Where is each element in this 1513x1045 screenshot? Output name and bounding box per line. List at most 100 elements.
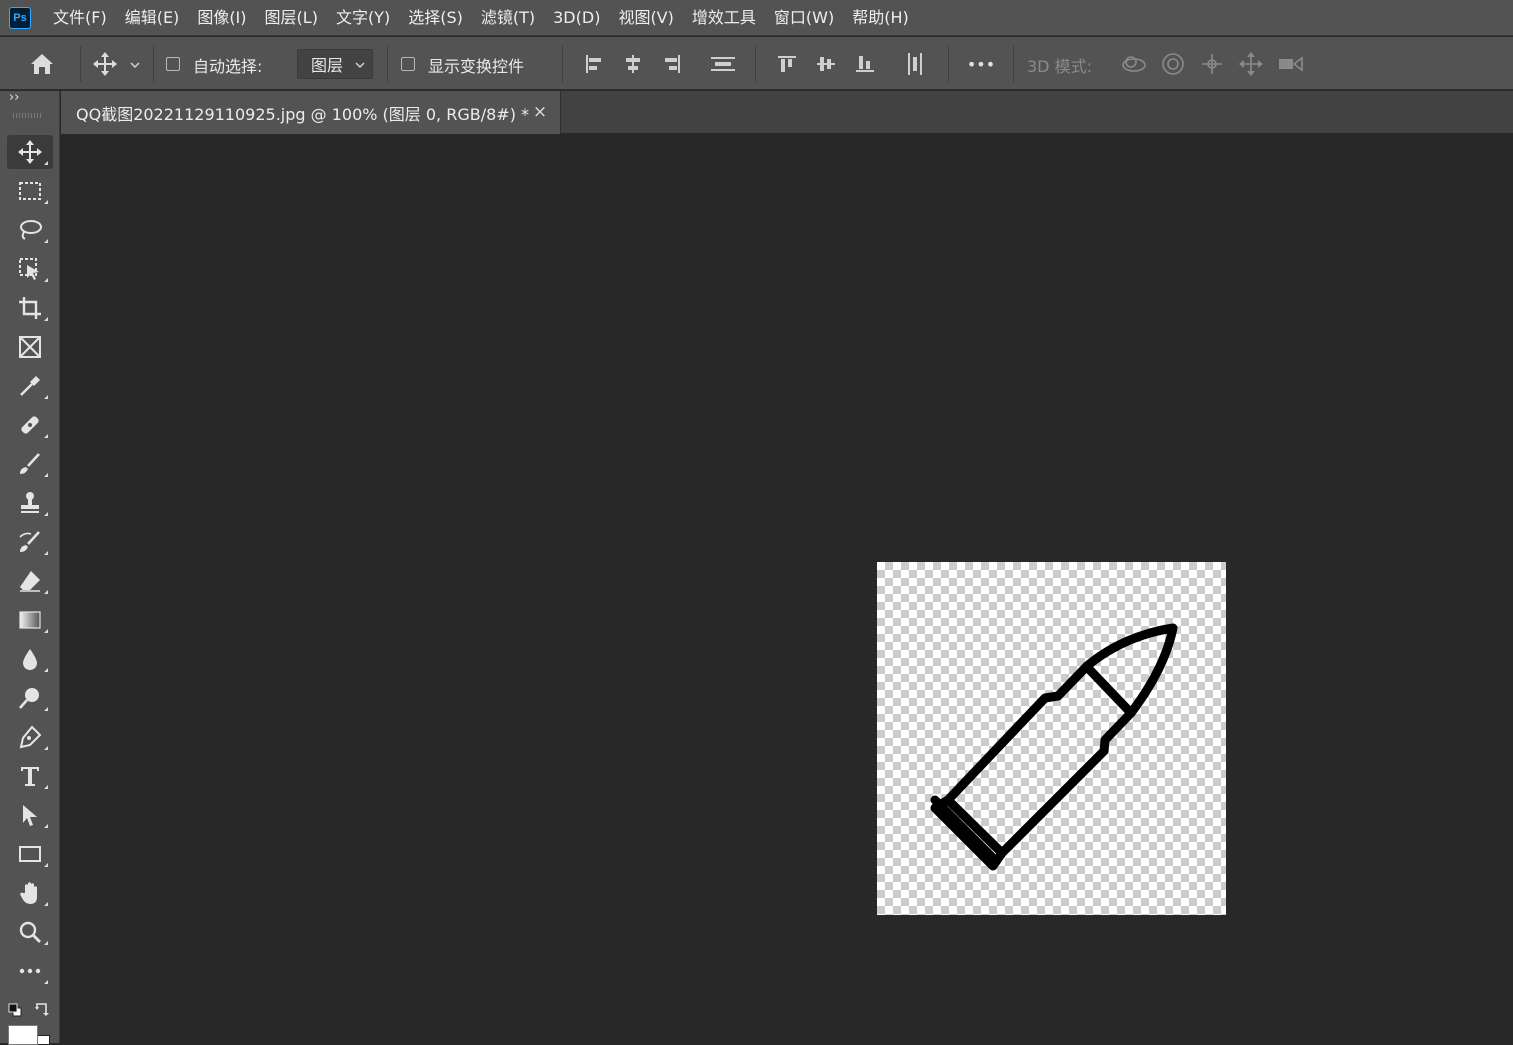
type-t-icon <box>21 767 39 786</box>
menu-select[interactable]: 选择(S) <box>399 0 472 36</box>
menu-help[interactable]: 帮助(H) <box>843 0 918 36</box>
document-tab-bar: QQ截图20221129110925.jpg @ 100% (图层 0, RGB… <box>61 91 1513 134</box>
rectangle-tool[interactable] <box>7 837 53 871</box>
object-select-tool[interactable] <box>7 252 53 286</box>
show-transform-label: 显示变换控件 <box>428 57 525 76</box>
menu-window[interactable]: 窗口(W) <box>765 0 843 36</box>
path-select-tool[interactable] <box>7 798 53 832</box>
pen-tool[interactable] <box>7 720 53 754</box>
water-drop-icon <box>23 649 37 670</box>
3d-roll-button[interactable] <box>1159 51 1187 77</box>
stamp-icon <box>21 492 39 513</box>
move-icon <box>93 52 117 76</box>
tools-panel: ›› <box>0 91 60 1045</box>
eraser-tool[interactable] <box>7 564 53 598</box>
menu-type[interactable]: 文字(Y) <box>327 0 399 36</box>
swap-colors-button[interactable] <box>34 1001 50 1017</box>
home-button[interactable] <box>22 49 62 79</box>
document-tab-title: QQ截图20221129110925.jpg @ 100% (图层 0, RGB… <box>76 104 530 124</box>
menu-3d[interactable]: 3D(D) <box>544 0 609 36</box>
arrow-cursor-icon <box>23 805 37 826</box>
chevron-down-icon <box>130 62 140 68</box>
align-bottom-icon <box>856 56 874 72</box>
eyedropper-icon <box>20 376 40 396</box>
hand-icon <box>20 882 37 904</box>
align-horizontal-center-icon <box>626 55 640 73</box>
menu-image[interactable]: 图像(I) <box>188 0 255 36</box>
dodge-tool[interactable] <box>7 681 53 715</box>
align-left-icon <box>586 55 601 73</box>
align-bottom-button[interactable] <box>852 51 878 77</box>
blur-tool[interactable] <box>7 642 53 676</box>
gradient-tool[interactable] <box>7 603 53 637</box>
eyedropper-tool[interactable] <box>7 369 53 403</box>
auto-select-checkbox[interactable] <box>166 57 180 71</box>
distribute-horizontal-button[interactable] <box>902 51 928 77</box>
panel-collapse-toggle[interactable]: ›› <box>9 91 19 105</box>
foreground-color-swatch[interactable] <box>8 1025 38 1045</box>
magnifier-icon <box>19 921 41 943</box>
align-top-icon <box>778 56 796 72</box>
pen-nib-icon <box>19 725 42 749</box>
clone-stamp-tool[interactable] <box>7 486 53 520</box>
object-selection-icon <box>19 258 39 280</box>
brush-icon <box>20 453 40 474</box>
3d-slide-icon <box>1239 52 1263 76</box>
close-tab-button[interactable]: × <box>531 101 549 123</box>
move-tool-preset-button[interactable] <box>89 49 121 79</box>
photoshop-logo[interactable]: Ps <box>9 6 31 29</box>
menu-view[interactable]: 视图(V) <box>609 0 682 36</box>
history-brush-tool[interactable] <box>7 525 53 559</box>
menu-edit[interactable]: 编辑(E) <box>116 0 189 36</box>
menu-layer[interactable]: 图层(L) <box>256 0 327 36</box>
hand-tool[interactable] <box>7 876 53 910</box>
3d-slide-button[interactable] <box>1237 51 1265 77</box>
align-center-h-button[interactable] <box>620 51 646 77</box>
video-camera-icon <box>1279 56 1303 72</box>
align-left-button[interactable] <box>581 51 607 77</box>
move-icon <box>18 140 42 164</box>
document-canvas[interactable] <box>877 562 1226 915</box>
align-right-button[interactable] <box>659 51 685 77</box>
panel-grip[interactable] <box>13 113 43 118</box>
3d-camera-button[interactable] <box>1276 51 1306 77</box>
lasso-icon <box>20 220 42 240</box>
distribute-icon <box>711 57 735 71</box>
zoom-tool[interactable] <box>7 915 53 949</box>
3d-pan-icon <box>1202 54 1222 74</box>
3d-roll-icon <box>1162 53 1184 75</box>
show-transform-checkbox[interactable] <box>401 57 415 71</box>
tool-preset-chevron[interactable] <box>127 57 143 73</box>
align-vertical-center-icon <box>817 57 835 71</box>
marquee-tool[interactable] <box>7 174 53 208</box>
align-right-icon <box>665 55 680 73</box>
canvas-workspace[interactable] <box>61 135 1513 1043</box>
3d-orbit-icon <box>1122 56 1146 72</box>
menu-filter[interactable]: 滤镜(T) <box>472 0 544 36</box>
brush-tool[interactable] <box>7 447 53 481</box>
frame-icon <box>19 336 41 358</box>
gradient-icon <box>19 611 41 629</box>
align-middle-button[interactable] <box>813 51 839 77</box>
healing-brush-tool[interactable] <box>7 408 53 442</box>
crop-tool[interactable] <box>7 291 53 325</box>
document-tab[interactable]: QQ截图20221129110925.jpg @ 100% (图层 0, RGB… <box>61 91 561 134</box>
menu-plugins[interactable]: 增效工具 <box>683 0 765 36</box>
eraser-icon <box>20 571 40 592</box>
3d-mode-label: 3D 模式: <box>1027 57 1092 76</box>
frame-tool[interactable] <box>7 330 53 364</box>
more-options-button[interactable]: ••• <box>965 49 997 79</box>
distribute-vertical-button[interactable] <box>709 51 737 77</box>
edit-toolbar[interactable] <box>7 954 53 988</box>
default-colors-button[interactable] <box>8 1002 22 1017</box>
3d-pan-button[interactable] <box>1198 51 1226 77</box>
move-tool[interactable] <box>7 135 53 169</box>
type-tool[interactable] <box>7 759 53 793</box>
lasso-tool[interactable] <box>7 213 53 247</box>
auto-select-dropdown[interactable]: 图层 <box>297 49 373 79</box>
align-top-button[interactable] <box>774 51 800 77</box>
auto-select-label: 自动选择: <box>193 57 263 76</box>
dodge-icon <box>19 688 39 709</box>
3d-orbit-button[interactable] <box>1120 51 1148 77</box>
menu-file[interactable]: 文件(F) <box>44 0 116 36</box>
